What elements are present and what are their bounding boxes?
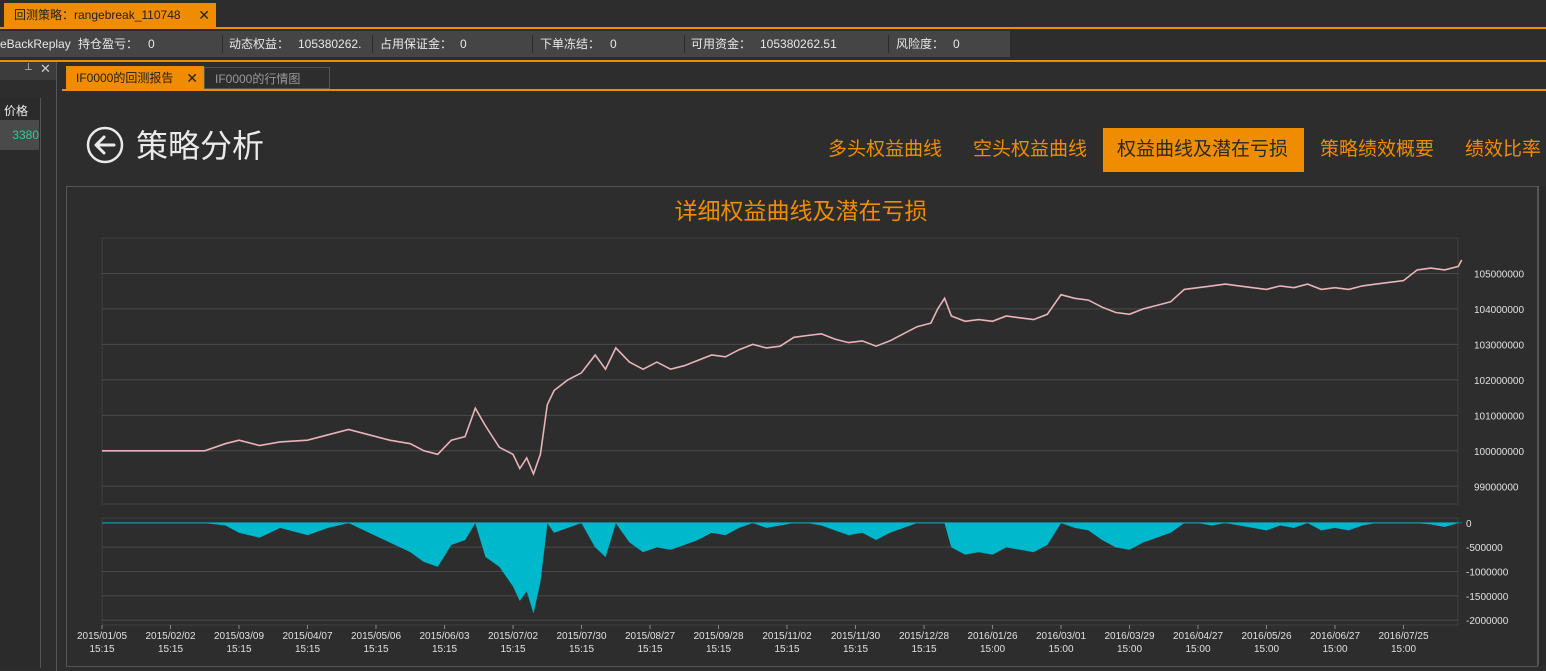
equity-y-tick-label: 102000000 — [1474, 376, 1524, 387]
x-tick-date: 2015/11/30 — [831, 631, 881, 642]
x-tick-date: 2015/08/27 — [625, 631, 675, 642]
x-tick-date: 2015/09/28 — [693, 631, 743, 642]
x-tick-date: 2015/07/30 — [556, 631, 606, 642]
x-tick-date: 2016/03/29 — [1104, 631, 1154, 642]
equity-grid — [101, 237, 1459, 505]
equity-y-tick-label: 103000000 — [1474, 340, 1524, 351]
x-tick-time: 15:15 — [843, 644, 868, 655]
x-tick-time: 15:15 — [911, 644, 936, 655]
x-tick-time: 15:15 — [363, 644, 388, 655]
x-tick-time: 15:15 — [158, 644, 183, 655]
x-tick-time: 15:15 — [774, 644, 799, 655]
x-tick-time: 15:15 — [569, 644, 594, 655]
equity-line — [102, 259, 1463, 477]
x-tick-date: 2015/03/09 — [214, 631, 264, 642]
x-tick-time: 15:15 — [637, 644, 662, 655]
x-tick-date: 2015/06/03 — [419, 631, 469, 642]
x-tick-date: 2015/07/02 — [488, 631, 538, 642]
x-tick-time: 15:15 — [89, 644, 114, 655]
drawdown-y-tick-label: -1000000 — [1466, 568, 1509, 579]
x-tick-time: 15:15 — [226, 644, 251, 655]
x-tick-date: 2015/01/05 — [77, 631, 127, 642]
x-tick-date: 2015/04/07 — [282, 631, 332, 642]
equity-y-tick-label: 100000000 — [1474, 447, 1524, 458]
x-tick-time: 15:00 — [1048, 644, 1073, 655]
x-tick-date: 2016/05/26 — [1241, 631, 1291, 642]
equity-y-tick-label: 104000000 — [1474, 305, 1524, 316]
drawdown-y-tick-label: -1500000 — [1466, 592, 1509, 603]
equity-panel-border — [101, 237, 1459, 505]
x-tick-time: 15:15 — [432, 644, 457, 655]
x-tick-date: 2015/05/06 — [351, 631, 401, 642]
x-tick-time: 15:15 — [295, 644, 320, 655]
x-tick-time: 15:00 — [1391, 644, 1416, 655]
drawdown-y-tick-label: -500000 — [1466, 543, 1503, 554]
x-tick-date: 2015/11/02 — [762, 631, 812, 642]
equity-y-tick-label: 99000000 — [1474, 482, 1519, 493]
x-tick-time: 15:00 — [1322, 644, 1347, 655]
x-tick-date: 2016/06/27 — [1310, 631, 1360, 642]
x-tick-time: 15:15 — [500, 644, 525, 655]
drawdown-y-tick-label: 0 — [1466, 519, 1472, 530]
x-tick-time: 15:00 — [980, 644, 1005, 655]
drawdown-area — [102, 522, 1462, 614]
x-tick-time: 15:15 — [706, 644, 731, 655]
x-tick-date: 2015/02/02 — [145, 631, 195, 642]
x-tick-date: 2016/01/26 — [967, 631, 1017, 642]
x-tick-time: 15:00 — [1254, 644, 1279, 655]
x-tick-time: 15:00 — [1117, 644, 1142, 655]
equity-drawdown-chart: 105000000 104000000 103000000 102000000 1010… — [77, 237, 1524, 655]
x-tick-date: 2016/04/27 — [1173, 631, 1223, 642]
equity-y-tick-label: 101000000 — [1474, 411, 1524, 422]
x-tick-date: 2016/07/25 — [1378, 631, 1428, 642]
equity-y-tick-label: 105000000 — [1474, 269, 1524, 280]
x-tick-date: 2016/03/01 — [1036, 631, 1086, 642]
x-tick-time: 15:00 — [1185, 644, 1210, 655]
x-tick-date: 2015/12/28 — [899, 631, 949, 642]
drawdown-y-tick-label: -2000000 — [1466, 616, 1509, 627]
